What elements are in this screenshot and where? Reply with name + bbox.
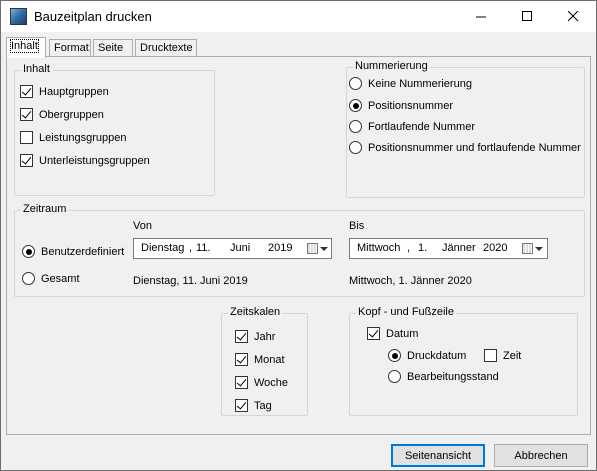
von-day[interactable]: 11. [196, 242, 210, 254]
window-title: Bauzeitplan drucken [34, 9, 152, 24]
gesamt-bis-date: Mittwoch, 1. Jänner 2020 [349, 275, 472, 287]
checkbox-datum[interactable]: Datum [367, 327, 418, 340]
group-zeitskalen-legend: Zeitskalen [228, 306, 283, 318]
checkbox-hauptgruppen[interactable]: Hauptgruppen [20, 85, 109, 98]
group-zeitskalen: Zeitskalen Jahr Monat Woche Tag [221, 306, 308, 416]
bis-sep: , [407, 242, 411, 254]
von-sep: , [189, 242, 193, 254]
chevron-down-icon[interactable] [535, 247, 543, 251]
chevron-down-icon[interactable] [320, 247, 328, 251]
tab-drucktexte[interactable]: Drucktexte [135, 39, 197, 57]
checkbox-box[interactable] [235, 399, 248, 412]
checkbox-tag[interactable]: Tag [235, 399, 272, 412]
von-label: Von [133, 220, 152, 232]
checkbox-box[interactable] [20, 131, 33, 144]
abbrechen-button[interactable]: Abbrechen [494, 444, 588, 467]
calendar-icon[interactable] [307, 243, 318, 254]
radio-circle[interactable] [349, 141, 362, 154]
app-icon [10, 8, 27, 25]
seitenansicht-button[interactable]: Seitenansicht [391, 444, 485, 467]
radio-druckdatum[interactable]: Druckdatum [388, 349, 466, 362]
radio-circle[interactable] [22, 245, 35, 258]
von-month[interactable]: Juni [230, 242, 250, 254]
checkbox-monat[interactable]: Monat [235, 353, 285, 366]
group-nummerierung-legend: Nummerierung [353, 60, 430, 72]
group-inhalt-legend: Inhalt [21, 63, 52, 75]
group-kopf-legend: Kopf - und Fußzeile [356, 306, 456, 318]
radio-fortlaufende-nummer[interactable]: Fortlaufende Nummer [349, 120, 475, 133]
von-year[interactable]: 2019 [268, 242, 292, 254]
radio-circle[interactable] [388, 349, 401, 362]
minimize-button[interactable] [458, 1, 504, 32]
checkbox-box[interactable] [484, 349, 497, 362]
checkbox-box[interactable] [20, 154, 33, 167]
group-nummerierung: Nummerierung Keine Nummerierung Position… [346, 60, 585, 198]
bis-label: Bis [349, 220, 365, 232]
calendar-icon[interactable] [522, 243, 533, 254]
checkbox-leistungsgruppen[interactable]: Leistungsgruppen [20, 131, 126, 144]
radio-keine-nummerierung[interactable]: Keine Nummerierung [349, 77, 472, 90]
bis-month[interactable]: Jänner [442, 242, 476, 254]
checkbox-box[interactable] [20, 108, 33, 121]
bis-year[interactable]: 2020 [483, 242, 507, 254]
radio-circle[interactable] [388, 370, 401, 383]
gesamt-von-date: Dienstag, 11. Juni 2019 [133, 275, 248, 287]
radio-benutzerdefiniert[interactable]: Benutzerdefiniert [22, 245, 124, 258]
radio-circle[interactable] [349, 99, 362, 112]
tab-format[interactable]: Format [49, 39, 91, 57]
close-icon [567, 11, 578, 22]
maximize-button[interactable] [504, 1, 550, 32]
bis-date-picker[interactable]: Mittwoch , 1. Jänner 2020 [349, 238, 548, 259]
radio-gesamt[interactable]: Gesamt [22, 272, 80, 285]
checkbox-box[interactable] [367, 327, 380, 340]
minimize-icon [475, 16, 486, 18]
checkbox-unterleistungsgruppen[interactable]: Unterleistungsgruppen [20, 154, 150, 167]
radio-circle[interactable] [349, 120, 362, 133]
checkbox-jahr[interactable]: Jahr [235, 330, 275, 343]
radio-bearbeitungsstand[interactable]: Bearbeitungsstand [388, 370, 499, 383]
radio-positionsnummer-und-fortlaufend[interactable]: Positionsnummer und fortlaufende Nummer [349, 141, 581, 154]
title-bar: Bauzeitplan drucken [1, 1, 596, 32]
group-zeitraum: Zeitraum Von Bis Benutzerdefiniert Gesam… [14, 203, 585, 297]
radio-positionsnummer[interactable]: Positionsnummer [349, 99, 453, 112]
checkbox-zeit[interactable]: Zeit [484, 349, 521, 362]
checkbox-box[interactable] [235, 376, 248, 389]
close-button[interactable] [550, 1, 596, 32]
print-dialog: Bauzeitplan drucken Inhalt Format Seite … [0, 0, 597, 471]
checkbox-box[interactable] [235, 353, 248, 366]
maximize-icon [521, 11, 532, 21]
radio-circle[interactable] [22, 272, 35, 285]
tab-inhalt[interactable]: Inhalt [6, 37, 46, 58]
checkbox-box[interactable] [235, 330, 248, 343]
checkbox-woche[interactable]: Woche [235, 376, 288, 389]
von-date-picker[interactable]: Dienstag , 11. Juni 2019 [133, 238, 332, 259]
tab-seite[interactable]: Seite [93, 39, 133, 57]
checkbox-obergruppen[interactable]: Obergruppen [20, 108, 104, 121]
group-kopf-fusszeile: Kopf - und Fußzeile Datum Druckdatum Zei… [349, 306, 578, 416]
bis-day[interactable]: 1. [418, 242, 427, 254]
bis-weekday[interactable]: Mittwoch [357, 242, 400, 254]
group-inhalt: Inhalt Hauptgruppen Obergruppen Leistung… [14, 63, 215, 196]
von-weekday[interactable]: Dienstag [141, 242, 184, 254]
checkbox-box[interactable] [20, 85, 33, 98]
group-zeitraum-legend: Zeitraum [21, 203, 69, 215]
radio-circle[interactable] [349, 77, 362, 90]
tab-panel-inhalt: Inhalt Hauptgruppen Obergruppen Leistung… [6, 56, 591, 435]
